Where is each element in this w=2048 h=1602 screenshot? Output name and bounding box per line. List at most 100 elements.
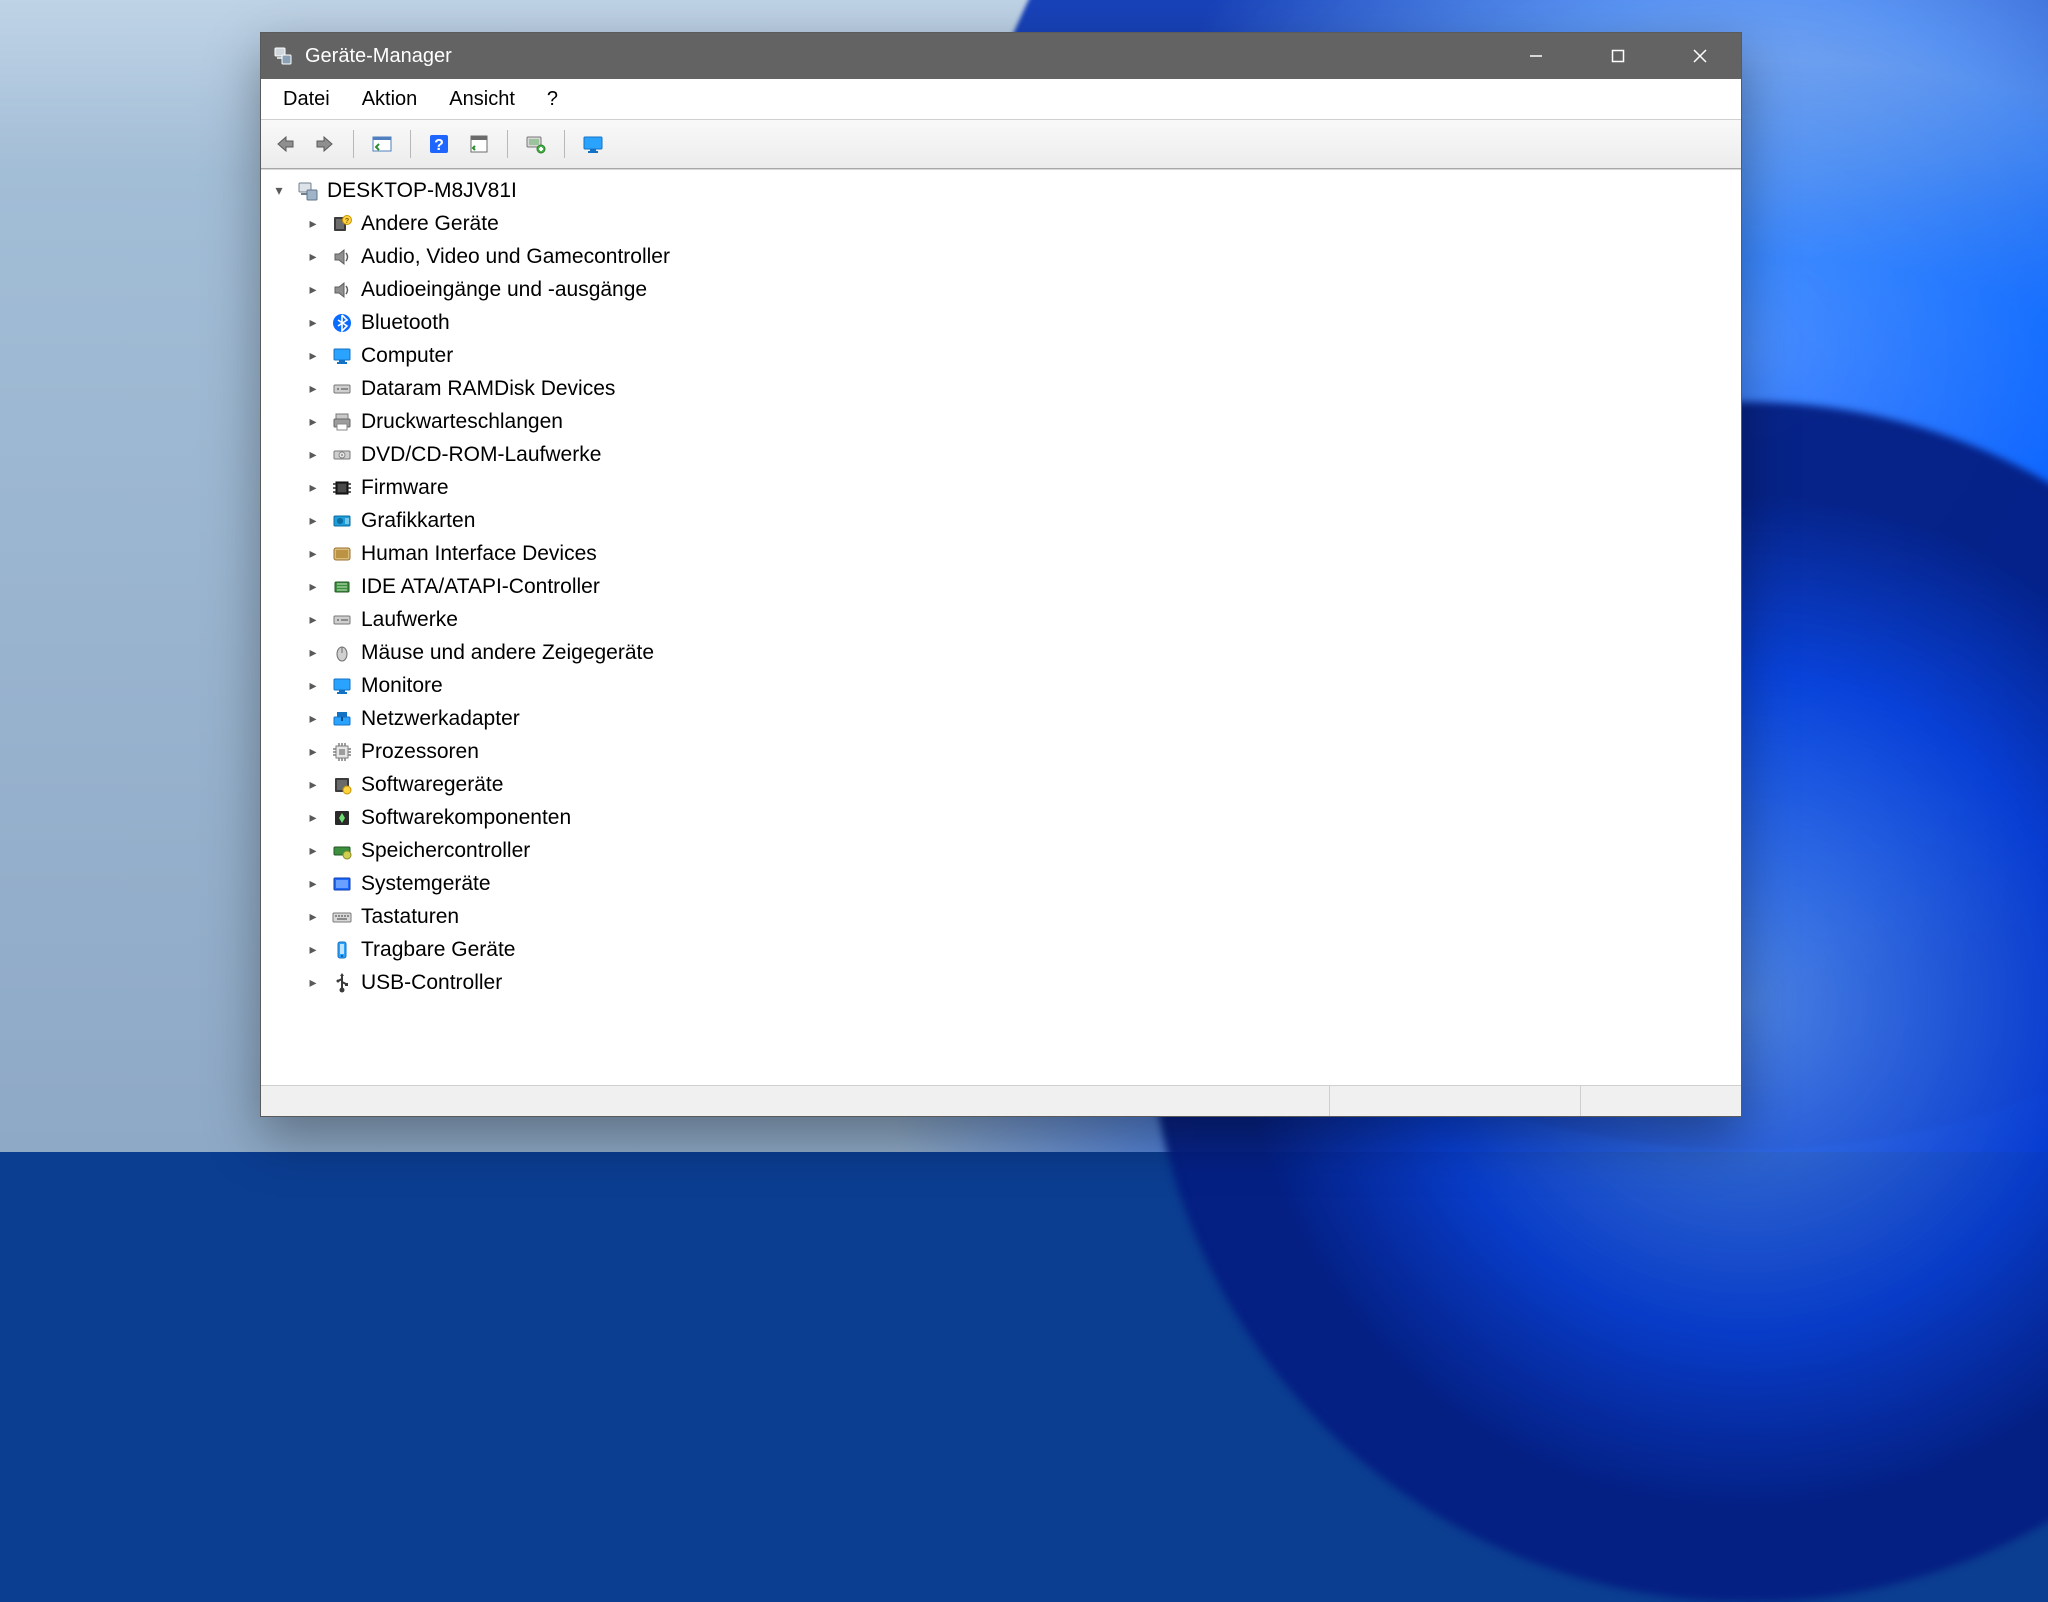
chip-dark-icon [331,477,353,499]
chevron-right-icon[interactable]: ▸ [303,974,323,991]
chevron-right-icon[interactable]: ▸ [303,215,323,232]
menu-datei[interactable]: Datei [267,79,346,119]
tree-category-node[interactable]: ▸ DVD/CD-ROM-Laufwerke [261,438,1741,471]
system-device-icon [331,873,353,895]
tree-category-node[interactable]: ▸ Tastaturen [261,900,1741,933]
tree-category-label: Computer [361,344,453,368]
chevron-right-icon[interactable]: ▸ [303,809,323,826]
chevron-right-icon[interactable]: ▸ [303,743,323,760]
chevron-right-icon[interactable]: ▸ [303,578,323,595]
device-manager-window: Geräte-Manager Datei Aktion Ansicht ? [260,32,1742,1117]
tree-category-node[interactable]: ▸Softwaregeräte [261,768,1741,801]
ide-icon [331,576,353,598]
cpu-icon [331,741,353,763]
tree-category-node[interactable]: ▸Bluetooth [261,306,1741,339]
tree-category-label: Systemgeräte [361,872,491,896]
tree-category-node[interactable]: ▸Netzwerkadapter [261,702,1741,735]
chevron-right-icon[interactable]: ▸ [303,413,323,430]
tree-category-label: Mäuse und andere Zeigegeräte [361,641,654,665]
status-cell [1330,1086,1581,1116]
tree-category-node[interactable]: ▸ USB-Controller [261,966,1741,999]
tree-category-node[interactable]: ▸Human Interface Devices [261,537,1741,570]
svg-text:?: ? [434,137,444,154]
chevron-down-icon[interactable]: ▾ [269,182,289,199]
tree-category-label: Speichercontroller [361,839,530,863]
tree-category-node[interactable]: ▸ Mäuse und andere Zeigegeräte [261,636,1741,669]
toolbar-show-hide-tree[interactable] [364,127,400,161]
window-title: Geräte-Manager [305,45,452,68]
tree-category-node[interactable]: ▸ Audio, Video und Gamecontroller [261,240,1741,273]
tree-category-label: USB-Controller [361,971,502,995]
toolbar-separator [353,130,354,158]
chevron-right-icon[interactable]: ▸ [303,347,323,364]
tree-category-node[interactable]: ▸IDE ATA/ATAPI-Controller [261,570,1741,603]
chevron-right-icon[interactable]: ▸ [303,512,323,529]
tree-category-node[interactable]: ▸Dataram RAMDisk Devices [261,372,1741,405]
panel-icon [371,134,393,154]
arrow-left-icon [274,134,296,154]
speaker-icon [331,246,353,268]
tree-category-label: Tragbare Geräte [361,938,515,962]
monitor-blue-icon [331,675,353,697]
chevron-right-icon[interactable]: ▸ [303,677,323,694]
computer-node-icon [297,180,319,202]
tree-category-label: DVD/CD-ROM-Laufwerke [361,443,601,467]
sheet-icon [468,134,490,154]
chevron-right-icon[interactable]: ▸ [303,380,323,397]
tree-category-node[interactable]: ▸Audioeingänge und -ausgänge [261,273,1741,306]
toolbar-help[interactable]: ? [421,127,457,161]
chevron-right-icon[interactable]: ▸ [303,479,323,496]
chevron-right-icon[interactable]: ▸ [303,908,323,925]
tree-category-node[interactable]: ▸ Softwarekomponenten [261,801,1741,834]
chevron-right-icon[interactable]: ▸ [303,611,323,628]
titlebar[interactable]: Geräte-Manager [261,33,1741,79]
printer-icon [331,411,353,433]
tree-category-label: Prozessoren [361,740,479,764]
tree-category-node[interactable]: ▸Monitore [261,669,1741,702]
toolbar-separator [507,130,508,158]
maximize-button[interactable] [1577,33,1659,79]
tree-category-label: Tastaturen [361,905,459,929]
tree-category-label: Softwarekomponenten [361,806,571,830]
tree-category-node[interactable]: ▸?Andere Geräte [261,207,1741,240]
toolbar-separator [564,130,565,158]
chevron-right-icon[interactable]: ▸ [303,248,323,265]
component-icon [331,807,353,829]
menu-aktion[interactable]: Aktion [346,79,434,119]
gpu-icon [331,510,353,532]
chevron-right-icon[interactable]: ▸ [303,875,323,892]
chevron-right-icon[interactable]: ▸ [303,842,323,859]
tree-category-node[interactable]: ▸Druckwarteschlangen [261,405,1741,438]
tree-category-node[interactable]: ▸ Speichercontroller [261,834,1741,867]
tree-root-node[interactable]: ▾DESKTOP-M8JV81I [261,174,1741,207]
menu-help[interactable]: ? [531,79,574,119]
chevron-right-icon[interactable]: ▸ [303,446,323,463]
tree-category-label: Firmware [361,476,449,500]
storage-ctrl-icon [331,840,353,862]
tree-category-node[interactable]: ▸ Prozessoren [261,735,1741,768]
chevron-right-icon[interactable]: ▸ [303,545,323,562]
close-button[interactable] [1659,33,1741,79]
tree-category-label: Audio, Video und Gamecontroller [361,245,670,269]
device-tree[interactable]: ▾DESKTOP-M8JV81I▸?Andere Geräte▸Audio, V… [261,169,1741,1085]
chevron-right-icon[interactable]: ▸ [303,941,323,958]
tree-category-node[interactable]: ▸ Computer [261,339,1741,372]
chevron-right-icon[interactable]: ▸ [303,314,323,331]
toolbar-back[interactable] [267,127,303,161]
chevron-right-icon[interactable]: ▸ [303,710,323,727]
chevron-right-icon[interactable]: ▸ [303,281,323,298]
menu-ansicht[interactable]: Ansicht [433,79,531,119]
chevron-right-icon[interactable]: ▸ [303,776,323,793]
tree-category-node[interactable]: ▸ Firmware [261,471,1741,504]
minimize-button[interactable] [1495,33,1577,79]
chevron-right-icon[interactable]: ▸ [303,644,323,661]
tree-category-node[interactable]: ▸Laufwerke [261,603,1741,636]
tree-category-node[interactable]: ▸Grafikkarten [261,504,1741,537]
toolbar-devices-view[interactable] [575,127,611,161]
tree-category-node[interactable]: ▸ Systemgeräte [261,867,1741,900]
toolbar-scan-hardware[interactable] [518,127,554,161]
status-cell [1581,1086,1741,1116]
tree-category-node[interactable]: ▸ Tragbare Geräte [261,933,1741,966]
toolbar-properties[interactable] [461,127,497,161]
toolbar-forward[interactable] [307,127,343,161]
